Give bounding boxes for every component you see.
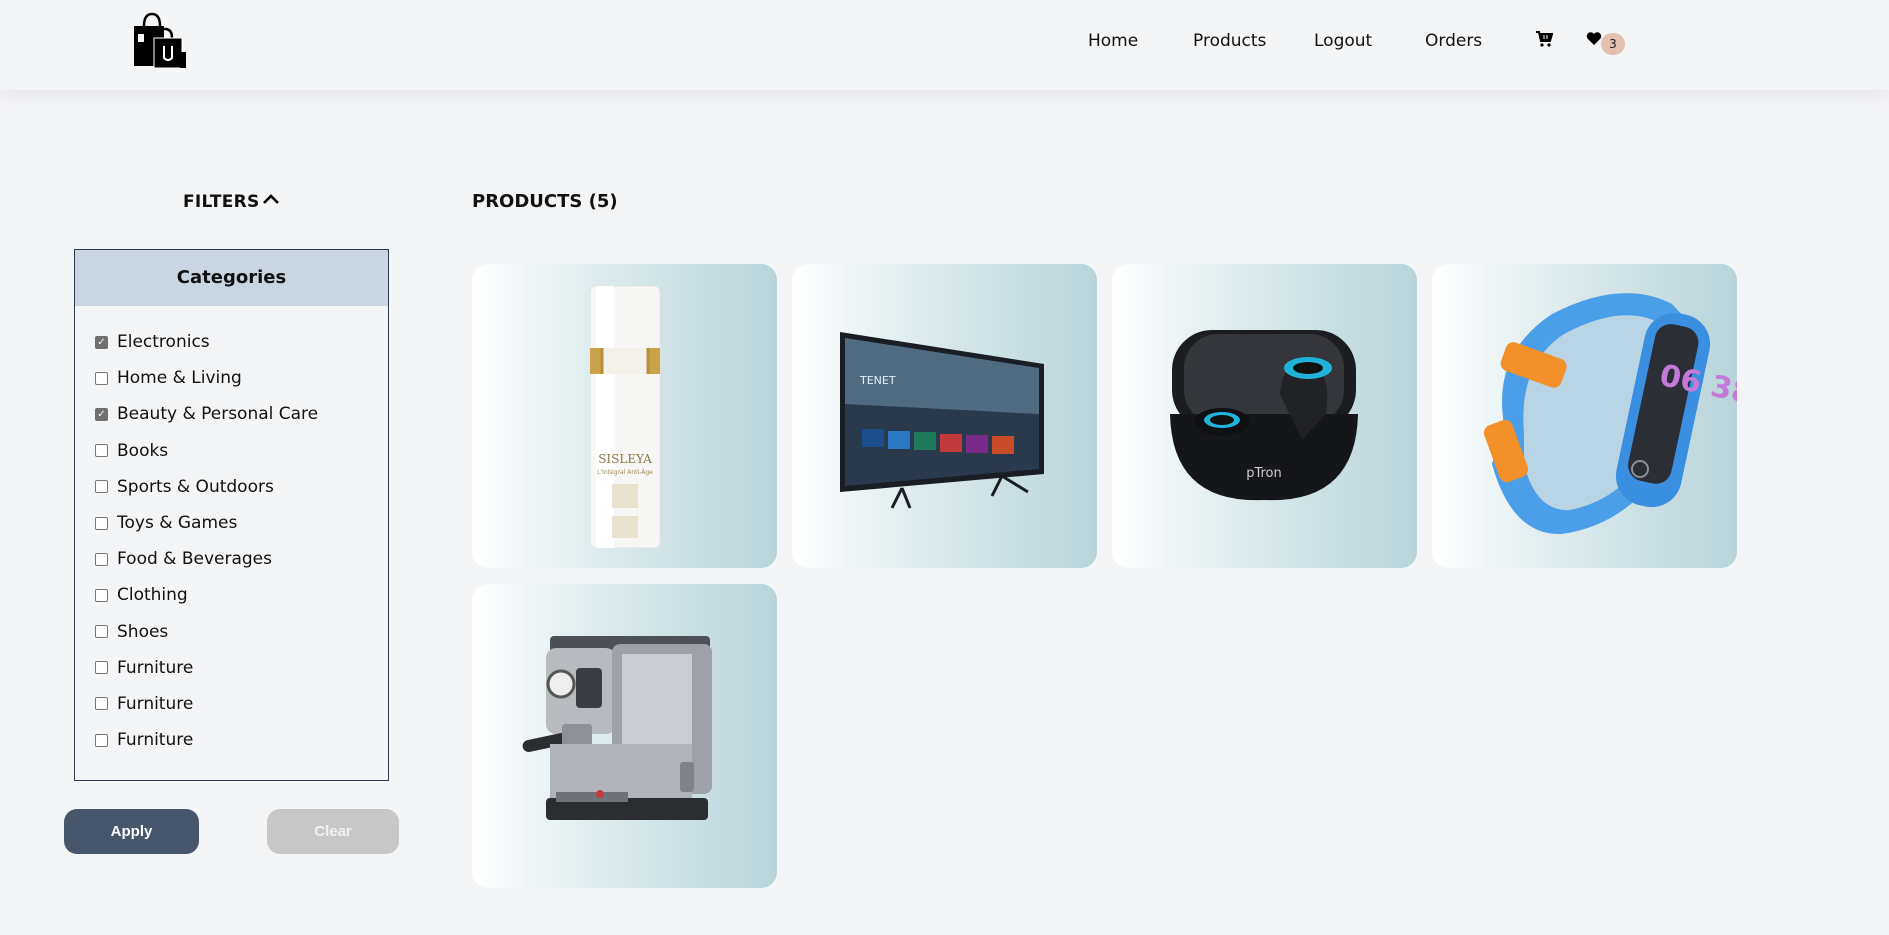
serum-bottle-image: SISLEYA L'Intégral Anti-Âge: [589, 285, 661, 549]
category-checkbox[interactable]: [95, 480, 108, 494]
category-label: Furniture: [117, 693, 194, 714]
category-furniture[interactable]: Furniture: [95, 686, 388, 722]
category-label: Beauty & Personal Care: [117, 404, 319, 425]
category-label: Furniture: [117, 657, 194, 678]
heart-icon[interactable]: [1586, 31, 1602, 46]
television-image: TENET: [840, 332, 1044, 509]
category-books[interactable]: Books: [95, 433, 388, 469]
category-electronics[interactable]: ✓ Electronics: [95, 324, 388, 360]
category-toys-games[interactable]: Toys & Games: [95, 505, 388, 541]
earbuds-brand-text: pTron: [1246, 466, 1282, 481]
category-furniture[interactable]: Furniture: [95, 722, 388, 758]
category-label: Sports & Outdoors: [117, 476, 274, 497]
product-card-earbuds[interactable]: pTron: [1112, 264, 1417, 568]
product-card-smart-band[interactable]: 06 38: [1432, 264, 1737, 568]
smart-band-image: 06 38: [1483, 293, 1737, 535]
tv-screen-text: TENET: [859, 374, 896, 387]
product-card-television[interactable]: TENET: [792, 264, 1097, 568]
espresso-machine-image: [522, 636, 712, 820]
nav-logout-link[interactable]: Logout: [1314, 31, 1372, 51]
category-label: Shoes: [117, 621, 169, 642]
category-label: Toys & Games: [117, 513, 238, 534]
category-label: Food & Beverages: [117, 549, 272, 570]
earbuds-image: pTron: [1170, 330, 1358, 501]
category-furniture[interactable]: Furniture: [95, 650, 388, 686]
filters-title: FILTERS: [183, 192, 260, 212]
serum-subtitle-text: L'Intégral Anti-Âge: [597, 469, 653, 476]
category-checkbox[interactable]: [95, 625, 108, 639]
category-label: Home & Living: [117, 368, 242, 389]
chevron-up-icon[interactable]: [262, 191, 280, 205]
serum-brand-text: SISLEYA: [598, 452, 652, 466]
category-checkbox[interactable]: ✓: [95, 407, 108, 421]
category-home-living[interactable]: Home & Living: [95, 360, 388, 396]
product-card-espresso-machine[interactable]: [472, 584, 777, 888]
categories-title: Categories: [75, 250, 388, 306]
category-checkbox[interactable]: [95, 516, 108, 530]
category-label: Books: [117, 440, 169, 461]
category-shoes[interactable]: Shoes: [95, 614, 388, 650]
shopping-bags-logo[interactable]: [130, 12, 190, 70]
cart-icon[interactable]: [1535, 30, 1554, 48]
category-checkbox[interactable]: [95, 371, 108, 385]
nav-products-link[interactable]: Products: [1193, 31, 1266, 51]
category-sports-outdoors[interactable]: Sports & Outdoors: [95, 469, 388, 505]
category-food-beverages[interactable]: Food & Beverages: [95, 541, 388, 577]
wishlist-count-badge: 3: [1601, 33, 1625, 55]
category-checkbox[interactable]: ✓: [95, 335, 108, 349]
category-checkbox[interactable]: [95, 444, 108, 458]
products-title: PRODUCTS (5): [472, 191, 618, 212]
apply-button[interactable]: Apply: [64, 809, 199, 854]
categories-panel: Categories ✓ Electronics Home & Living ✓…: [74, 249, 389, 781]
category-checkbox[interactable]: [95, 588, 108, 602]
clear-button[interactable]: Clear: [267, 809, 399, 854]
category-clothing[interactable]: Clothing: [95, 577, 388, 613]
product-card-serum[interactable]: SISLEYA L'Intégral Anti-Âge: [472, 264, 777, 568]
category-checkbox[interactable]: [95, 661, 108, 675]
nav-home-link[interactable]: Home: [1088, 31, 1138, 51]
category-label: Clothing: [117, 585, 188, 606]
categories-list: ✓ Electronics Home & Living ✓ Beauty & P…: [75, 306, 388, 758]
category-checkbox[interactable]: [95, 733, 108, 747]
top-navbar: Home Products Logout Orders 3: [0, 0, 1889, 90]
category-checkbox[interactable]: [95, 697, 108, 711]
nav-orders-link[interactable]: Orders: [1425, 31, 1482, 51]
category-beauty-personal-care[interactable]: ✓ Beauty & Personal Care: [95, 396, 388, 432]
category-label: Furniture: [117, 730, 194, 751]
category-label: Electronics: [117, 332, 210, 353]
category-checkbox[interactable]: [95, 552, 108, 566]
